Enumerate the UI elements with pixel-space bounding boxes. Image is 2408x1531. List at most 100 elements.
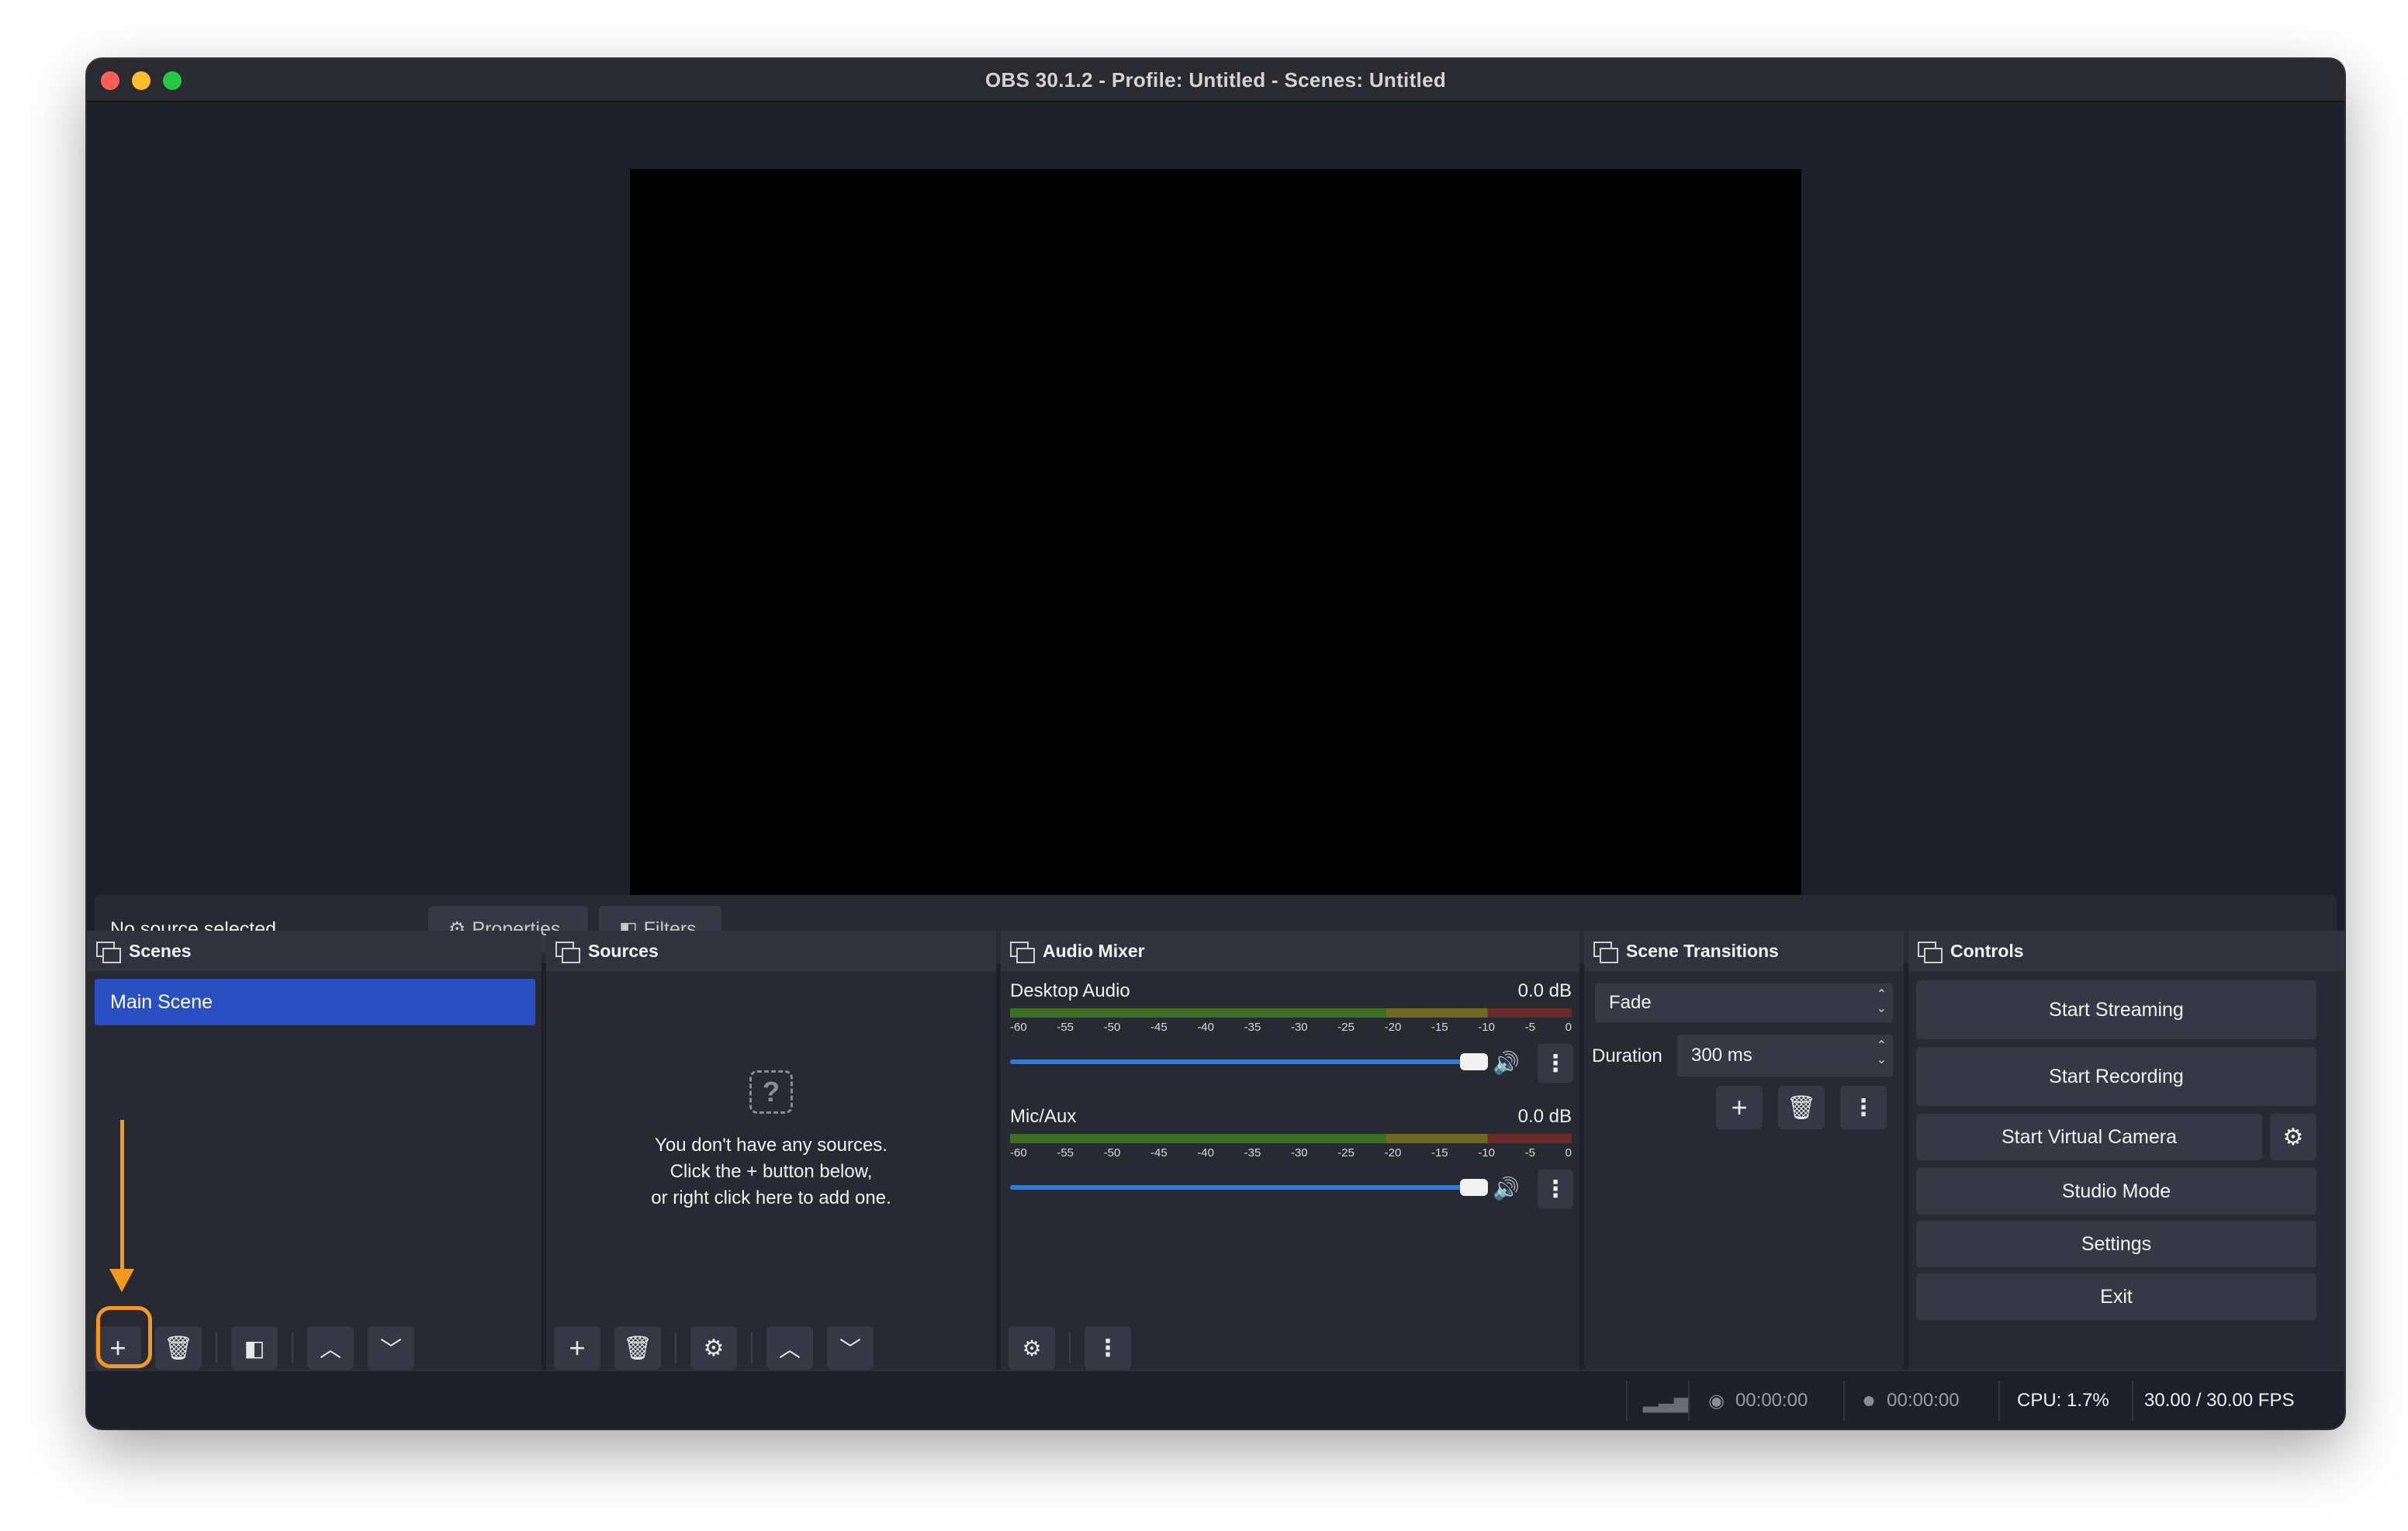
trash-icon: 🗑: [622, 1335, 653, 1361]
scene-item-main[interactable]: Main Scene: [95, 979, 535, 1025]
volume-slider-handle[interactable]: [1460, 1053, 1488, 1070]
more-vertical-icon: ⋮: [1096, 1335, 1119, 1361]
tick-label: -40: [1197, 1021, 1214, 1034]
scenes-dock: Scenes Main Scene + 🗑 ◧ ︿ ﹀: [87, 931, 541, 1379]
scene-transitions-dock: Scene Transitions Fade ⌃ ⌄ Duration 300 m…: [1584, 931, 1904, 1379]
stream-time: 00:00:00: [1735, 1390, 1808, 1411]
undock-icon[interactable]: [1918, 942, 1943, 963]
duration-value: 300 ms: [1691, 1045, 1752, 1066]
maximize-window-button[interactable]: [163, 71, 182, 90]
empty-message-line: or right click here to add one.: [651, 1187, 891, 1208]
preview-canvas[interactable]: [630, 169, 1801, 901]
scene-filters-button[interactable]: ◧: [231, 1326, 278, 1370]
settings-button[interactable]: Settings: [1916, 1221, 2316, 1267]
scene-item-label: Main Scene: [110, 990, 213, 1013]
move-scene-down-button[interactable]: ﹀: [368, 1326, 414, 1370]
remove-transition-button[interactable]: 🗑: [1778, 1086, 1825, 1129]
scene-transitions-dock-header[interactable]: Scene Transitions: [1584, 931, 1904, 971]
audio-mixer-toolbar: ⚙ ⋮: [1009, 1326, 1131, 1370]
toolbar-separator: [216, 1332, 217, 1363]
mixer-channel-mic: Mic/Aux 0.0 dB -60 -55 -50 -45 -40 -35 -…: [1010, 1106, 1576, 1208]
channel-menu-button[interactable]: ⋮: [1538, 1044, 1573, 1083]
transition-select[interactable]: Fade ⌃ ⌄: [1595, 983, 1893, 1022]
window-controls: [101, 71, 182, 90]
preview-area: No source selected ⚙ Properties ◧ Filter…: [87, 102, 2344, 963]
undock-icon[interactable]: [555, 942, 580, 963]
record-icon: ●: [1862, 1388, 1877, 1413]
tick-label: -20: [1384, 1021, 1402, 1034]
annotation-arrow-head: [109, 1269, 134, 1292]
channel-level: 0.0 dB: [1517, 980, 1572, 1001]
status-separator: [1626, 1381, 1628, 1421]
tick-label: -25: [1337, 1146, 1354, 1159]
toolbar-separator: [751, 1332, 752, 1363]
status-separator: [2132, 1381, 2133, 1421]
undock-icon[interactable]: [1010, 942, 1035, 963]
move-source-down-button[interactable]: ﹀: [827, 1326, 874, 1370]
sources-empty-state[interactable]: ? You don't have any sources. Click the …: [546, 1070, 996, 1211]
speaker-icon[interactable]: 🔊: [1493, 1176, 1520, 1201]
minimize-window-button[interactable]: [132, 71, 150, 90]
duration-spinbox[interactable]: 300 ms ⌃ ⌄: [1677, 1035, 1893, 1077]
tick-label: -45: [1150, 1021, 1168, 1034]
studio-mode-button[interactable]: Studio Mode: [1916, 1168, 2316, 1215]
controls-dock-header[interactable]: Controls: [1908, 931, 2344, 971]
advanced-audio-button[interactable]: ⚙: [1009, 1326, 1055, 1370]
virtual-camera-settings-button[interactable]: ⚙: [2270, 1114, 2316, 1160]
controls-title: Controls: [1950, 940, 2024, 961]
start-virtual-camera-button[interactable]: Start Virtual Camera: [1916, 1114, 2262, 1160]
duration-label: Duration: [1592, 1045, 1662, 1066]
tick-label: -55: [1057, 1021, 1074, 1034]
toolbar-separator: [675, 1332, 676, 1363]
tick-label: -50: [1103, 1021, 1121, 1034]
sources-dock-header[interactable]: Sources: [546, 931, 996, 971]
tick-label: -20: [1384, 1146, 1402, 1159]
tick-label: -15: [1431, 1146, 1448, 1159]
mixer-menu-button[interactable]: ⋮: [1085, 1326, 1131, 1370]
status-separator: [1998, 1381, 2000, 1421]
toolbar-separator: [1069, 1332, 1071, 1363]
exit-button[interactable]: Exit: [1916, 1274, 2316, 1320]
channel-menu-button[interactable]: ⋮: [1538, 1170, 1573, 1208]
more-vertical-icon: ⋮: [1852, 1094, 1875, 1121]
empty-message-line: Click the + button below,: [669, 1161, 873, 1182]
start-streaming-button[interactable]: Start Streaming: [1916, 980, 2316, 1039]
close-window-button[interactable]: [101, 71, 119, 90]
add-transition-button[interactable]: +: [1716, 1086, 1763, 1129]
chevron-up-icon: ︿: [319, 1337, 341, 1361]
remove-source-button[interactable]: 🗑: [614, 1326, 661, 1370]
undock-icon[interactable]: [96, 942, 121, 963]
tick-label: -10: [1478, 1146, 1495, 1159]
audio-mixer-dock-header[interactable]: Audio Mixer: [1001, 931, 1579, 971]
add-source-button[interactable]: +: [554, 1326, 600, 1370]
transition-menu-button[interactable]: ⋮: [1840, 1086, 1887, 1129]
remove-scene-button[interactable]: 🗑: [155, 1326, 202, 1370]
source-properties-button[interactable]: ⚙: [690, 1326, 737, 1370]
start-recording-button[interactable]: Start Recording: [1916, 1047, 2316, 1106]
meter-ticks: -60 -55 -50 -45 -40 -35 -30 -25 -20 -15 …: [1010, 1021, 1572, 1034]
tick-label: -5: [1524, 1021, 1535, 1034]
move-scene-up-button[interactable]: ︿: [307, 1326, 354, 1370]
tick-label: -15: [1431, 1021, 1448, 1034]
speaker-icon[interactable]: 🔊: [1493, 1050, 1520, 1076]
volume-slider[interactable]: [1010, 1185, 1476, 1190]
trash-icon: 🗑: [1786, 1094, 1817, 1121]
broadcast-icon: ◉: [1708, 1390, 1725, 1412]
tick-label: -30: [1290, 1146, 1308, 1159]
volume-meter: [1010, 1134, 1572, 1143]
undock-icon[interactable]: [1593, 942, 1618, 963]
move-source-up-button[interactable]: ︿: [766, 1326, 813, 1370]
sources-title: Sources: [588, 940, 659, 961]
volume-slider[interactable]: [1010, 1059, 1476, 1064]
scenes-dock-header[interactable]: Scenes: [87, 931, 541, 971]
volume-slider-handle[interactable]: [1460, 1179, 1488, 1196]
scenes-title: Scenes: [129, 940, 192, 961]
sources-toolbar: + 🗑 ⚙ ︿ ﹀: [554, 1326, 874, 1370]
empty-message-line: You don't have any sources.: [655, 1135, 887, 1156]
volume-meter: [1010, 1008, 1572, 1018]
fps-readout: 30.00 / 30.00 FPS: [2144, 1390, 2295, 1411]
signal-icon: ▂▃▅: [1643, 1388, 1690, 1412]
tick-label: -10: [1478, 1021, 1495, 1034]
tick-label: -60: [1010, 1021, 1027, 1034]
trash-icon: 🗑: [163, 1335, 194, 1361]
